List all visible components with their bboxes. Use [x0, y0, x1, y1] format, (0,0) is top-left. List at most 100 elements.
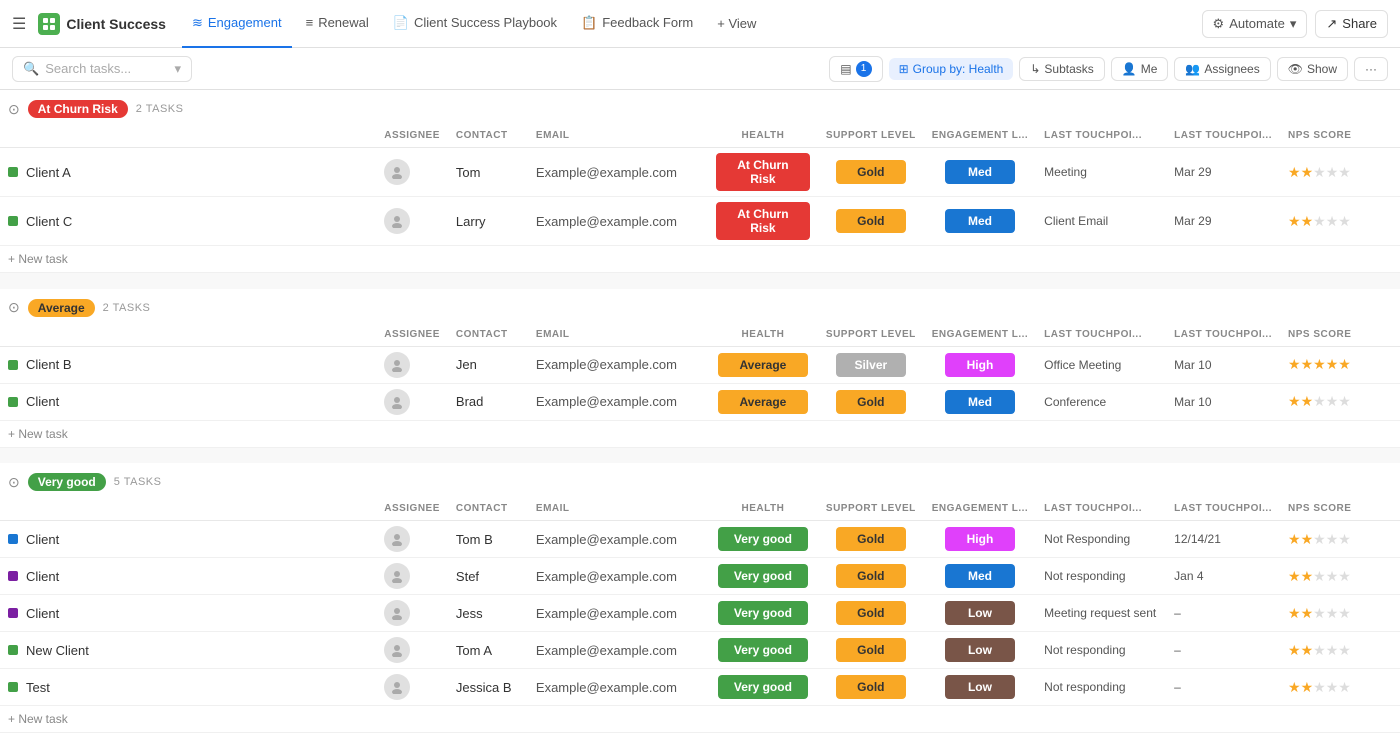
- task-name-cell: Client B: [0, 346, 376, 383]
- assignees-button[interactable]: 👥 Assignees: [1174, 57, 1270, 81]
- engagement-cell: Med: [924, 383, 1036, 420]
- engagement-badge: Low: [945, 675, 1015, 699]
- feedback-tab-label: Feedback Form: [602, 15, 693, 30]
- col-h-nps-average: NPS SCORE: [1280, 323, 1400, 347]
- contact-cell: Brad: [448, 383, 528, 420]
- col-headers-churn: ASSIGNEE CONTACT EMAIL HEALTH SUPPORT LE…: [0, 124, 1400, 148]
- touchpoint2-cell: Mar 10: [1166, 383, 1280, 420]
- nps-stars: ★★★★★: [1288, 213, 1392, 230]
- toolbar: 🔍 Search tasks... ▾ ▤ 1 ⊞ Group by: Heal…: [0, 48, 1400, 90]
- group-badge-verygood: Very good: [28, 473, 106, 491]
- col-h-contact-average: CONTACT: [448, 323, 528, 347]
- tab-playbook[interactable]: 📄 Client Success Playbook: [383, 0, 567, 48]
- avatar: [384, 563, 410, 589]
- col-h-eng-average: ENGAGEMENT L...: [924, 323, 1036, 347]
- automate-button[interactable]: ⚙ Automate ▾: [1202, 10, 1308, 38]
- table-row[interactable]: Client Jess Example@example.com Very goo…: [0, 595, 1400, 632]
- health-cell: Average: [708, 383, 818, 420]
- engagement-cell: Low: [924, 632, 1036, 669]
- email-cell: Example@example.com: [528, 558, 708, 595]
- menu-icon[interactable]: ☰: [12, 14, 26, 34]
- touchpoint1-cell: Meeting request sent: [1036, 595, 1166, 632]
- engagement-badge: Low: [945, 601, 1015, 625]
- search-chevron-icon: ▾: [174, 61, 181, 77]
- group-chevron-average[interactable]: ⊙: [8, 299, 20, 316]
- star-filled: ★: [1288, 568, 1301, 584]
- group-task-count-verygood: 5 TASKS: [114, 476, 162, 488]
- col-h-touch1-churn: LAST TOUCHPOI...: [1036, 124, 1166, 148]
- playbook-tab-icon: 📄: [393, 15, 409, 31]
- engagement-cell: High: [924, 346, 1036, 383]
- support-cell: Gold: [818, 148, 924, 197]
- avatar: [384, 352, 410, 378]
- task-dot: [8, 216, 18, 226]
- table-row[interactable]: New Client Tom A Example@example.com Ver…: [0, 632, 1400, 669]
- tab-engagement[interactable]: ≋ Engagement: [182, 0, 292, 48]
- task-dot: [8, 682, 18, 692]
- me-button[interactable]: 👤 Me: [1111, 57, 1169, 81]
- health-badge: Very good: [718, 527, 808, 551]
- star-empty: ★: [1326, 213, 1339, 229]
- tab-feedback[interactable]: 📋 Feedback Form: [571, 0, 703, 48]
- health-badge: Very good: [718, 601, 808, 625]
- show-button[interactable]: 👁 Show: [1277, 57, 1348, 81]
- new-task-row-average[interactable]: + New task: [0, 420, 1400, 447]
- assignees-label: Assignees: [1204, 62, 1259, 76]
- search-box[interactable]: 🔍 Search tasks... ▾: [12, 56, 192, 82]
- support-cell: Silver: [818, 346, 924, 383]
- share-button[interactable]: ↗ Share: [1315, 10, 1388, 38]
- table-row[interactable]: Test Jessica B Example@example.com Very …: [0, 669, 1400, 706]
- star-filled: ★: [1301, 164, 1314, 180]
- tab-renewal[interactable]: ≡ Renewal: [296, 0, 379, 48]
- table-row[interactable]: Client A Tom Example@example.com At Chur…: [0, 148, 1400, 197]
- main-table-container: ASSIGNEE CONTACT EMAIL HEALTH SUPPORT LE…: [0, 90, 1400, 733]
- task-name-cell: Client: [0, 383, 376, 420]
- group-by-button[interactable]: ⊞ Group by: Health: [889, 58, 1014, 80]
- show-icon: 👁: [1288, 62, 1303, 76]
- new-task-label[interactable]: + New task: [0, 420, 1400, 447]
- support-cell: Gold: [818, 669, 924, 706]
- assignee-cell: [376, 632, 448, 669]
- star-empty: ★: [1326, 605, 1339, 621]
- engagement-badge: High: [945, 527, 1015, 551]
- table-row[interactable]: Client Tom B Example@example.com Very go…: [0, 521, 1400, 558]
- contact-cell: Jess: [448, 595, 528, 632]
- subtasks-button[interactable]: ↳ Subtasks: [1019, 57, 1104, 81]
- table-row[interactable]: Client B Jen Example@example.com Average…: [0, 346, 1400, 383]
- star-empty: ★: [1338, 393, 1351, 409]
- star-empty: ★: [1313, 568, 1326, 584]
- email-cell: Example@example.com: [528, 197, 708, 246]
- group-chevron-churn[interactable]: ⊙: [8, 101, 20, 118]
- touchpoint2-cell: –: [1166, 632, 1280, 669]
- feedback-tab-icon: 📋: [581, 15, 597, 31]
- new-task-label[interactable]: + New task: [0, 706, 1400, 733]
- touchpoint1-cell: Not responding: [1036, 632, 1166, 669]
- table-row[interactable]: Client Stef Example@example.com Very goo…: [0, 558, 1400, 595]
- new-task-row-churn[interactable]: + New task: [0, 246, 1400, 273]
- task-dot: [8, 608, 18, 618]
- new-task-row-verygood[interactable]: + New task: [0, 706, 1400, 733]
- filter-button[interactable]: ▤ 1: [829, 56, 882, 82]
- star-filled: ★: [1338, 356, 1351, 372]
- assignee-cell: [376, 383, 448, 420]
- subtasks-icon: ↳: [1030, 62, 1040, 76]
- engagement-badge: Med: [945, 390, 1015, 414]
- engagement-cell: High: [924, 521, 1036, 558]
- assignee-cell: [376, 346, 448, 383]
- add-view-button[interactable]: + View: [707, 10, 766, 37]
- group-header-verygood: ⊙ Very good 5 TASKS: [0, 463, 1400, 497]
- more-options-button[interactable]: ···: [1354, 57, 1388, 81]
- avatar: [384, 389, 410, 415]
- star-empty: ★: [1313, 605, 1326, 621]
- star-filled: ★: [1301, 531, 1314, 547]
- touchpoint2-cell: –: [1166, 595, 1280, 632]
- contact-cell: Tom B: [448, 521, 528, 558]
- table-row[interactable]: Client Brad Example@example.com Average …: [0, 383, 1400, 420]
- col-headers-average: ASSIGNEE CONTACT EMAIL HEALTH SUPPORT LE…: [0, 323, 1400, 347]
- group-chevron-verygood[interactable]: ⊙: [8, 474, 20, 491]
- col-h-nps-verygood: NPS SCORE: [1280, 497, 1400, 521]
- health-cell: Very good: [708, 521, 818, 558]
- support-cell: Gold: [818, 632, 924, 669]
- table-row[interactable]: Client C Larry Example@example.com At Ch…: [0, 197, 1400, 246]
- new-task-label[interactable]: + New task: [0, 246, 1400, 273]
